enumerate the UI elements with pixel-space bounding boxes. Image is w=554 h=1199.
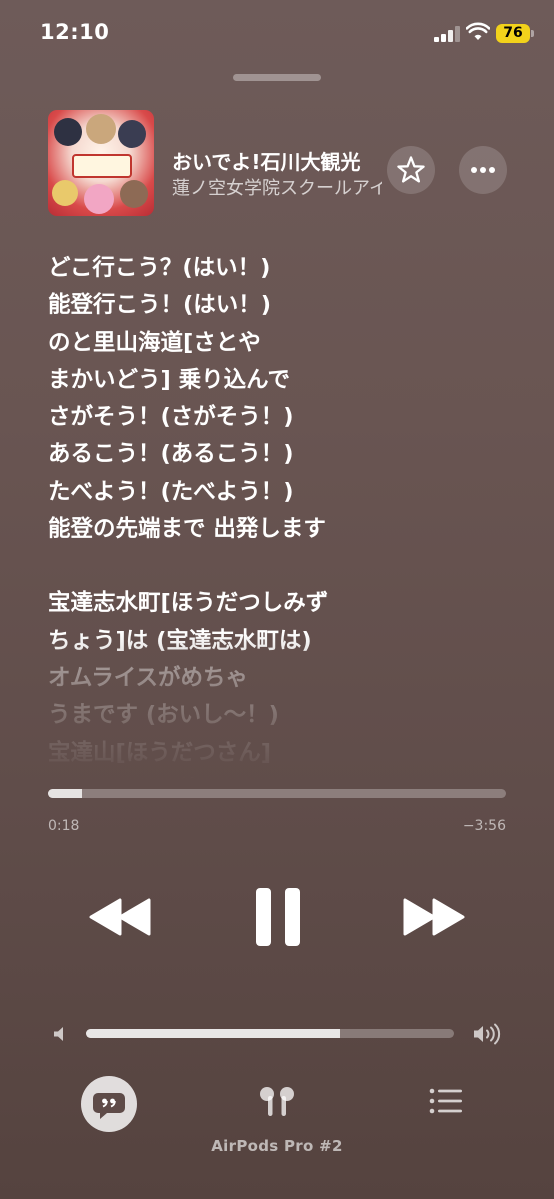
lyric-line[interactable]: うまです (おいし〜！) [48, 697, 508, 734]
lyric-line[interactable]: のと里山海道[さとや [48, 325, 508, 362]
lyric-line[interactable]: あるこう！(あるこう！) [48, 436, 508, 473]
lyrics-quote-icon [93, 1093, 125, 1119]
rewind-icon [89, 898, 151, 936]
airpods-icon [260, 1087, 294, 1116]
wifi-icon [466, 22, 490, 40]
album-artwork[interactable] [48, 110, 154, 216]
lyric-stanza-gap [48, 548, 508, 585]
lyric-line[interactable]: 能登行こう！(はい！) [48, 287, 508, 324]
playback-scrubber[interactable] [48, 789, 506, 798]
battery-indicator: 76 [496, 24, 530, 43]
lyric-line[interactable]: 宝達志水町[ほうだつしみず [48, 585, 508, 622]
output-device-button[interactable] [254, 1084, 300, 1120]
output-device-label[interactable]: AirPods Pro #2 [0, 1137, 554, 1155]
list-icon [429, 1088, 462, 1114]
lyric-line[interactable]: 宝達山[ほうだつさん] [48, 735, 508, 772]
sheet-grabber[interactable] [233, 74, 321, 81]
album-logo [72, 154, 132, 178]
more-options-button[interactable] [459, 146, 507, 194]
volume-high-icon [474, 1023, 501, 1045]
previous-track-button[interactable] [88, 896, 152, 938]
queue-button[interactable] [428, 1086, 464, 1116]
pause-icon [256, 888, 300, 946]
next-track-button[interactable] [402, 896, 466, 938]
lyric-line[interactable]: どこ行こう？(はい！) [48, 250, 508, 287]
lyrics-toggle-button[interactable] [81, 1076, 137, 1132]
pause-button[interactable] [253, 886, 303, 948]
cellular-signal-icon [434, 26, 460, 42]
remaining-time: −3:56 [462, 818, 506, 834]
volume-slider[interactable] [86, 1029, 454, 1038]
song-artist[interactable]: 蓮ノ空女学院スクールアイドルクラブ [172, 174, 382, 200]
volume-low-icon [54, 1027, 63, 1041]
lyric-line[interactable]: たべよう！(たべよう！) [48, 474, 508, 511]
fast-forward-icon [403, 898, 465, 936]
volume-level-fill [86, 1029, 340, 1038]
status-bar: 12:10 76 [0, 0, 554, 70]
elapsed-time: 0:18 [48, 818, 80, 834]
star-icon [397, 156, 425, 183]
lyric-line[interactable]: ちょう]は (宝達志水町は) [48, 623, 508, 660]
playback-progress-fill [48, 789, 82, 798]
lyrics-panel[interactable]: どこ行こう？(はい！) 能登行こう！(はい！) のと里山海道[さとや まかいどう… [48, 250, 508, 780]
song-title[interactable]: おいでよ!石川大観光 [172, 146, 382, 175]
now-playing-header: おいでよ!石川大観光 蓮ノ空女学院スクールアイドルクラブ [0, 110, 554, 220]
ellipsis-icon [471, 167, 495, 173]
battery-cap [531, 30, 534, 37]
lyric-line[interactable]: オムライスがめちゃ [48, 660, 508, 697]
status-time: 12:10 [40, 20, 110, 44]
lyric-line[interactable]: さがそう！(さがそう！) [48, 399, 508, 436]
lyric-line[interactable]: 能登の先端まで 出発します [48, 511, 508, 548]
lyric-line[interactable]: まかいどう] 乗り込んで [48, 362, 508, 399]
lyric-line[interactable]: のパノラマ (絶景です) [48, 772, 508, 780]
favorite-button[interactable] [387, 146, 435, 194]
